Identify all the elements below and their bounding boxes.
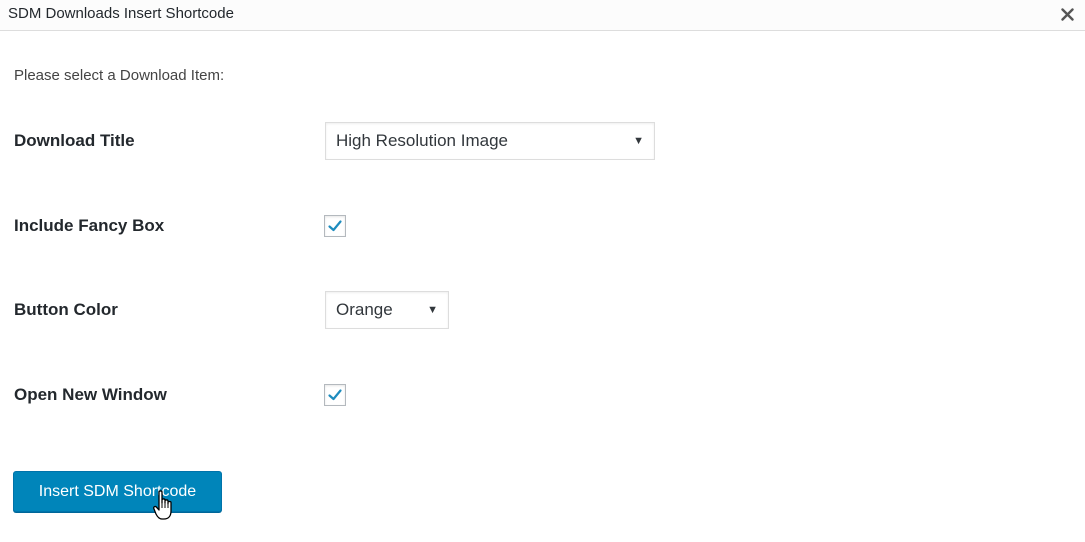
new-window-label: Open New Window (14, 385, 167, 404)
button-color-label: Button Color (14, 300, 118, 319)
checkmark-icon (328, 389, 342, 401)
insert-shortcode-dialog: SDM Downloads Insert Shortcode Please se… (0, 0, 1085, 542)
checkmark-icon (328, 220, 342, 232)
download-title-select[interactable]: High Resolution Image ▼ (325, 122, 655, 160)
dialog-titlebar: SDM Downloads Insert Shortcode (0, 0, 1085, 31)
select-prompt: Please select a Download Item: (14, 67, 225, 84)
fancy-box-label: Include Fancy Box (14, 216, 165, 235)
dialog-title: SDM Downloads Insert Shortcode (8, 5, 234, 22)
close-icon[interactable] (1055, 1, 1079, 27)
insert-shortcode-button[interactable]: Insert SDM Shortcode (13, 471, 222, 512)
chevron-down-icon: ▼ (427, 304, 438, 316)
fancy-box-checkbox[interactable] (324, 215, 346, 237)
download-title-label: Download Title (14, 131, 135, 150)
button-color-select[interactable]: Orange ▼ (325, 291, 449, 329)
button-color-value: Orange (336, 300, 393, 319)
chevron-down-icon: ▼ (633, 135, 644, 147)
new-window-checkbox[interactable] (324, 384, 346, 406)
download-title-value: High Resolution Image (336, 131, 508, 150)
hand-pointer-cursor-icon (153, 490, 172, 520)
